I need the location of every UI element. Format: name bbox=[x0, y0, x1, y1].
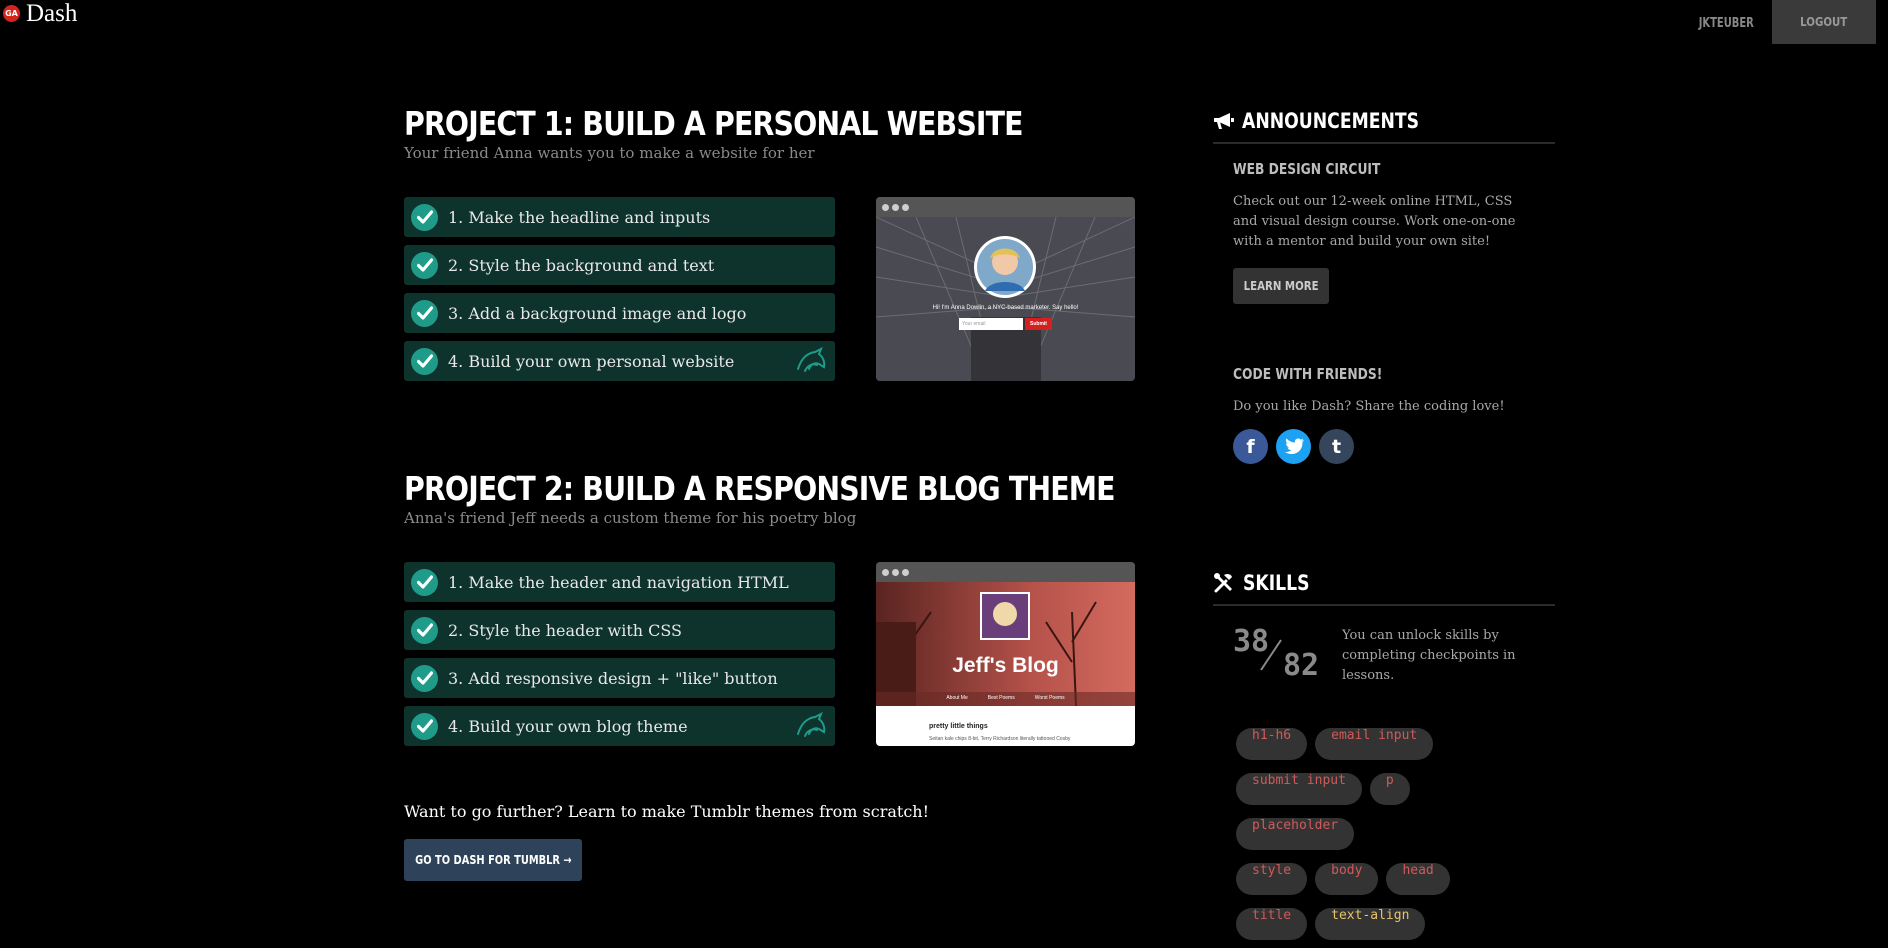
logout-label: LOGOUT bbox=[1800, 15, 1848, 29]
preview-post-title: pretty little things bbox=[929, 723, 988, 730]
megaphone-icon bbox=[1214, 113, 1234, 129]
project-2-steps: 1. Make the header and navigation HTML 2… bbox=[404, 562, 835, 754]
step-label: 3. Add responsive design + "like" button bbox=[448, 668, 778, 688]
top-bar: GA Dash JKTEUBER LOGOUT bbox=[0, 0, 1888, 44]
project-1-preview[interactable]: Hi! I'm Anna Dowlin, a NYC-based markete… bbox=[876, 197, 1135, 381]
browser-dots bbox=[876, 197, 1135, 217]
bridge-background-image bbox=[876, 216, 1135, 381]
check-icon bbox=[411, 616, 438, 644]
preview-nav-item: About Me bbox=[946, 695, 968, 701]
card-title: CODE WITH FRIENDS! bbox=[1233, 365, 1383, 383]
step-label: 2. Style the background and text bbox=[448, 255, 715, 275]
card-text: Check out our 12-week online HTML, CSS a… bbox=[1233, 194, 1516, 249]
browser-dots bbox=[876, 562, 1135, 582]
check-icon bbox=[411, 251, 438, 279]
announcements-title: ANNOUNCEMENTS bbox=[1242, 109, 1420, 133]
project-2: PROJECT 2: BUILD A RESPONSIVE BLOG THEME… bbox=[404, 469, 1134, 528]
step-item[interactable]: 4. Build your own blog theme bbox=[404, 706, 835, 746]
project-subtitle: Anna's friend Jeff needs a custom theme … bbox=[404, 509, 857, 528]
card-title: WEB DESIGN CIRCUIT bbox=[1233, 160, 1381, 178]
project-subtitle: Your friend Anna wants you to make a web… bbox=[404, 144, 815, 163]
step-label: 1. Make the headline and inputs bbox=[448, 207, 711, 227]
preview-email-input: Your email bbox=[959, 318, 1023, 330]
skills-total: 82 bbox=[1283, 648, 1320, 683]
skill-chip[interactable]: title bbox=[1236, 908, 1308, 940]
facebook-icon: f bbox=[1246, 435, 1255, 458]
logout-button[interactable]: LOGOUT bbox=[1772, 0, 1876, 44]
preview-nav-item: Best Poems bbox=[987, 695, 1015, 701]
dash-for-tumblr-button[interactable]: GO TO DASH FOR TUMBLR → bbox=[404, 839, 582, 881]
twitter-icon bbox=[1284, 438, 1304, 455]
tumblr-button-label: GO TO DASH FOR TUMBLR → bbox=[414, 853, 572, 867]
facebook-button[interactable]: f bbox=[1233, 429, 1268, 464]
skills-header: SKILLS bbox=[1213, 562, 1555, 606]
card-text: Do you like Dash? Share the coding love! bbox=[1233, 399, 1505, 414]
check-icon bbox=[411, 299, 438, 327]
skill-chip-highlighted[interactable]: text-align bbox=[1315, 908, 1426, 940]
step-item[interactable]: 3. Add responsive design + "like" button bbox=[404, 658, 835, 698]
skill-chip[interactable]: submit input bbox=[1236, 773, 1362, 805]
skill-chip[interactable]: p bbox=[1369, 773, 1410, 805]
check-icon bbox=[411, 712, 438, 740]
project-2-preview[interactable]: Jeff's Blog About Me Best Poems Worst Po… bbox=[876, 562, 1135, 746]
step-item[interactable]: 2. Style the header with CSS bbox=[404, 610, 835, 650]
step-label: 2. Style the header with CSS bbox=[448, 620, 683, 640]
unicorn-icon bbox=[797, 712, 826, 737]
further-text: Want to go further? Learn to make Tumblr… bbox=[404, 802, 930, 821]
step-label: 4. Build your own personal website bbox=[448, 351, 735, 371]
preview-tagline: Hi! I'm Anna Dowlin, a NYC-based markete… bbox=[932, 305, 1079, 311]
twitter-button[interactable] bbox=[1276, 429, 1311, 464]
skills-description: You can unlock skills by completing chec… bbox=[1342, 628, 1516, 683]
preview-blog-title: Jeff's Blog bbox=[952, 654, 1059, 677]
check-icon bbox=[411, 568, 438, 596]
step-item[interactable]: 4. Build your own personal website bbox=[404, 341, 835, 381]
step-item[interactable]: 1. Make the headline and inputs bbox=[404, 197, 835, 237]
announcements-header: ANNOUNCEMENTS bbox=[1213, 100, 1555, 144]
learn-more-label: LEARN MORE bbox=[1243, 279, 1319, 293]
skill-chip[interactable]: style bbox=[1236, 863, 1308, 895]
skill-chips: h1-h6 email input submit input p placehold… bbox=[1236, 724, 1556, 948]
project-1-steps: 1. Make the headline and inputs 2. Style… bbox=[404, 197, 835, 389]
fraction-slash-icon bbox=[1260, 639, 1282, 671]
step-item[interactable]: 3. Add a background image and logo bbox=[404, 293, 835, 333]
tools-icon bbox=[1214, 573, 1232, 593]
sidebar: ANNOUNCEMENTS WEB DESIGN CIRCUIT Check o… bbox=[1213, 100, 1555, 940]
skill-chip[interactable]: body bbox=[1315, 863, 1379, 895]
step-label: 1. Make the header and navigation HTML bbox=[448, 572, 789, 592]
tumblr-icon: t bbox=[1331, 435, 1342, 458]
project-title: PROJECT 2: BUILD A RESPONSIVE BLOG THEME bbox=[404, 469, 1116, 508]
check-icon bbox=[411, 347, 438, 375]
check-icon bbox=[411, 664, 438, 692]
project-title: PROJECT 1: BUILD A PERSONAL WEBSITE bbox=[404, 104, 1023, 143]
learn-more-button[interactable]: LEARN MORE bbox=[1233, 268, 1329, 304]
check-icon bbox=[411, 203, 438, 231]
skills-title: SKILLS bbox=[1243, 571, 1310, 595]
announcement-card-share: CODE WITH FRIENDS! Do you like Dash? Sha… bbox=[1233, 365, 1533, 464]
social-buttons: f t bbox=[1233, 429, 1533, 464]
skill-chip[interactable]: head bbox=[1386, 863, 1450, 895]
app-logo-text[interactable]: Dash bbox=[26, 0, 77, 28]
step-label: 4. Build your own blog theme bbox=[448, 716, 688, 736]
project-1: PROJECT 1: BUILD A PERSONAL WEBSITE Your… bbox=[404, 104, 1134, 163]
skill-chip[interactable]: email input bbox=[1315, 728, 1434, 760]
step-item[interactable]: 2. Style the background and text bbox=[404, 245, 835, 285]
announcement-card-circuit: WEB DESIGN CIRCUIT Check out our 12-week… bbox=[1233, 160, 1533, 304]
preview-post-text: Seitan kale chips 8-bit, Terry Richardso… bbox=[929, 736, 1071, 742]
preview-blog-nav: About Me Best Poems Worst Poems bbox=[876, 695, 1135, 701]
tumblr-share-button[interactable]: t bbox=[1319, 429, 1354, 464]
skill-chip[interactable]: h1-h6 bbox=[1236, 728, 1308, 760]
preview-submit-button: Submit bbox=[1025, 318, 1052, 330]
unicorn-icon bbox=[797, 347, 826, 372]
preview-nav-item: Worst Poems bbox=[1034, 695, 1065, 701]
username-link[interactable]: JKTEUBER bbox=[1699, 16, 1754, 31]
skill-chip[interactable]: placeholder bbox=[1236, 818, 1355, 850]
step-label: 3. Add a background image and logo bbox=[448, 303, 747, 323]
ga-logo-icon[interactable]: GA bbox=[3, 5, 20, 22]
step-item[interactable]: 1. Make the header and navigation HTML bbox=[404, 562, 835, 602]
